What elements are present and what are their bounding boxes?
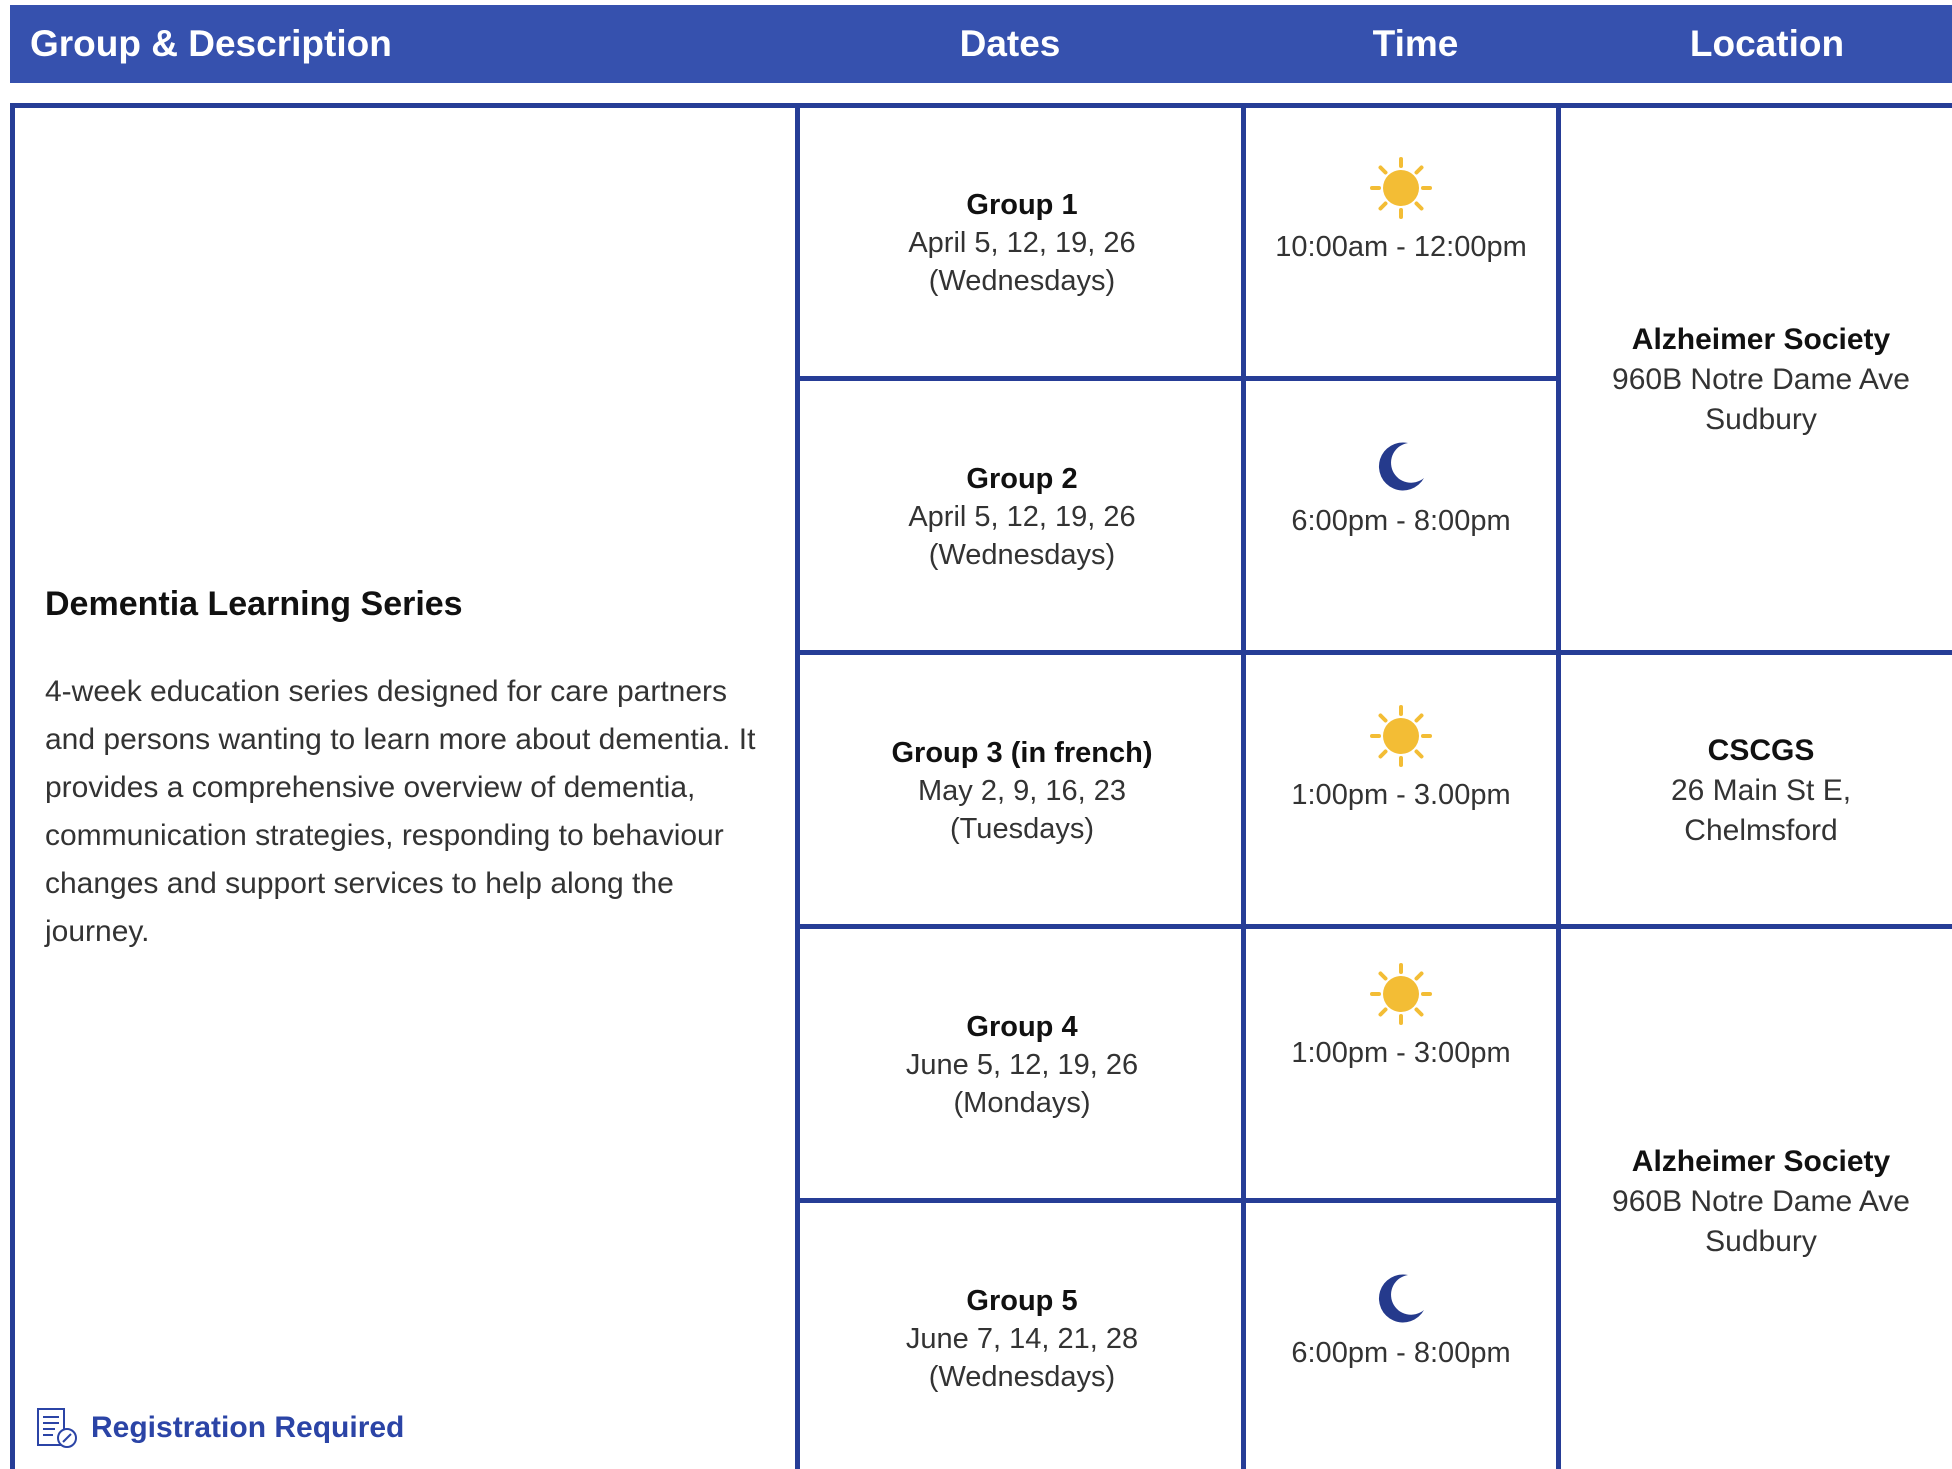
location-3-city: Sudbury xyxy=(1705,1225,1817,1258)
location-2-cell: CSCGS 26 Main St E, Chelmsford xyxy=(1560,731,1952,851)
registration-form-icon xyxy=(37,1408,77,1448)
group-5-dates: June 7, 14, 21, 28 xyxy=(905,1323,1139,1355)
group-4-days: (Mondays) xyxy=(953,1087,1091,1119)
row-divider-3 xyxy=(795,924,1952,929)
location-1-city: Sudbury xyxy=(1705,403,1817,436)
row-divider-4 xyxy=(795,1198,1561,1203)
location-2-address: 26 Main St E, xyxy=(1670,774,1852,807)
location-3-address: 960B Notre Dame Ave xyxy=(1612,1185,1910,1218)
table-border-left xyxy=(10,103,15,1469)
group-2-dates-cell: Group 2 April 5, 12, 19, 26 (Wednesdays) xyxy=(800,460,1244,574)
group-2-dates: April 5, 12, 19, 26 xyxy=(908,501,1136,533)
table-header: Group & Description Dates Time Location xyxy=(10,5,1952,83)
table-border-top xyxy=(10,103,1952,108)
moon-icon xyxy=(1378,1274,1424,1323)
group-4-name: Group 4 xyxy=(966,1011,1078,1043)
sun-icon xyxy=(1370,705,1432,767)
group-1-dates: April 5, 12, 19, 26 xyxy=(908,227,1136,259)
program-title: Dementia Learning Series xyxy=(45,585,463,623)
group-5-days: (Wednesdays) xyxy=(928,1361,1116,1393)
group-3-time-cell: 1:00pm - 3.00pm xyxy=(1246,704,1556,814)
registration-link[interactable]: Registration Required xyxy=(35,1406,404,1450)
location-1-address: 960B Notre Dame Ave xyxy=(1612,363,1910,396)
group-1-dates-cell: Group 1 April 5, 12, 19, 26 (Wednesdays) xyxy=(800,186,1244,300)
group-3-dates: May 2, 9, 16, 23 xyxy=(918,775,1126,807)
location-3-cell: Alzheimer Society 960B Notre Dame Ave Su… xyxy=(1560,1142,1952,1262)
location-1-name: Alzheimer Society xyxy=(1631,323,1891,356)
registration-label: Registration Required xyxy=(91,1411,405,1444)
program-description: 4-week education series designed for car… xyxy=(45,675,756,948)
group-5-time-cell: 6:00pm - 8:00pm xyxy=(1246,1270,1556,1372)
group-2-time: 6:00pm - 8:00pm xyxy=(1291,505,1511,537)
group-1-name: Group 1 xyxy=(966,189,1078,221)
header-group-description: Group & Description xyxy=(30,23,392,64)
group-3-name: Group 3 (in french) xyxy=(891,737,1153,769)
sun-icon xyxy=(1370,963,1432,1025)
group-4-time-cell: 1:00pm - 3:00pm xyxy=(1246,962,1556,1072)
row-divider-1 xyxy=(795,376,1561,381)
group-5-dates-cell: Group 5 June 7, 14, 21, 28 (Wednesdays) xyxy=(800,1282,1244,1396)
group-3-days: (Tuesdays) xyxy=(950,813,1094,845)
group-5-name: Group 5 xyxy=(966,1285,1078,1317)
location-2-name: CSCGS xyxy=(1707,734,1815,767)
group-4-time: 1:00pm - 3:00pm xyxy=(1291,1037,1511,1069)
location-1-cell: Alzheimer Society 960B Notre Dame Ave Su… xyxy=(1560,320,1952,440)
group-1-time: 10:00am - 12:00pm xyxy=(1275,231,1527,263)
header-dates: Dates xyxy=(959,23,1061,64)
group-2-name: Group 2 xyxy=(966,463,1078,495)
group-3-time: 1:00pm - 3.00pm xyxy=(1291,779,1511,811)
group-1-time-cell: 10:00am - 12:00pm xyxy=(1246,156,1556,266)
row-divider-2 xyxy=(795,650,1952,655)
header-time: Time xyxy=(1372,23,1459,64)
group-5-time: 6:00pm - 8:00pm xyxy=(1291,1337,1511,1369)
group-2-time-cell: 6:00pm - 8:00pm xyxy=(1246,438,1556,540)
moon-icon xyxy=(1378,442,1424,491)
group-4-dates-cell: Group 4 June 5, 12, 19, 26 (Mondays) xyxy=(800,1008,1244,1122)
group-2-days: (Wednesdays) xyxy=(928,539,1116,571)
group-1-days: (Wednesdays) xyxy=(928,265,1116,297)
location-3-name: Alzheimer Society xyxy=(1631,1145,1891,1178)
header-location: Location xyxy=(1689,23,1845,64)
sun-icon xyxy=(1370,157,1432,219)
group-4-dates: June 5, 12, 19, 26 xyxy=(905,1049,1139,1081)
location-2-city: Chelmsford xyxy=(1684,814,1838,847)
group-3-dates-cell: Group 3 (in french) May 2, 9, 16, 23 (Tu… xyxy=(800,734,1244,848)
